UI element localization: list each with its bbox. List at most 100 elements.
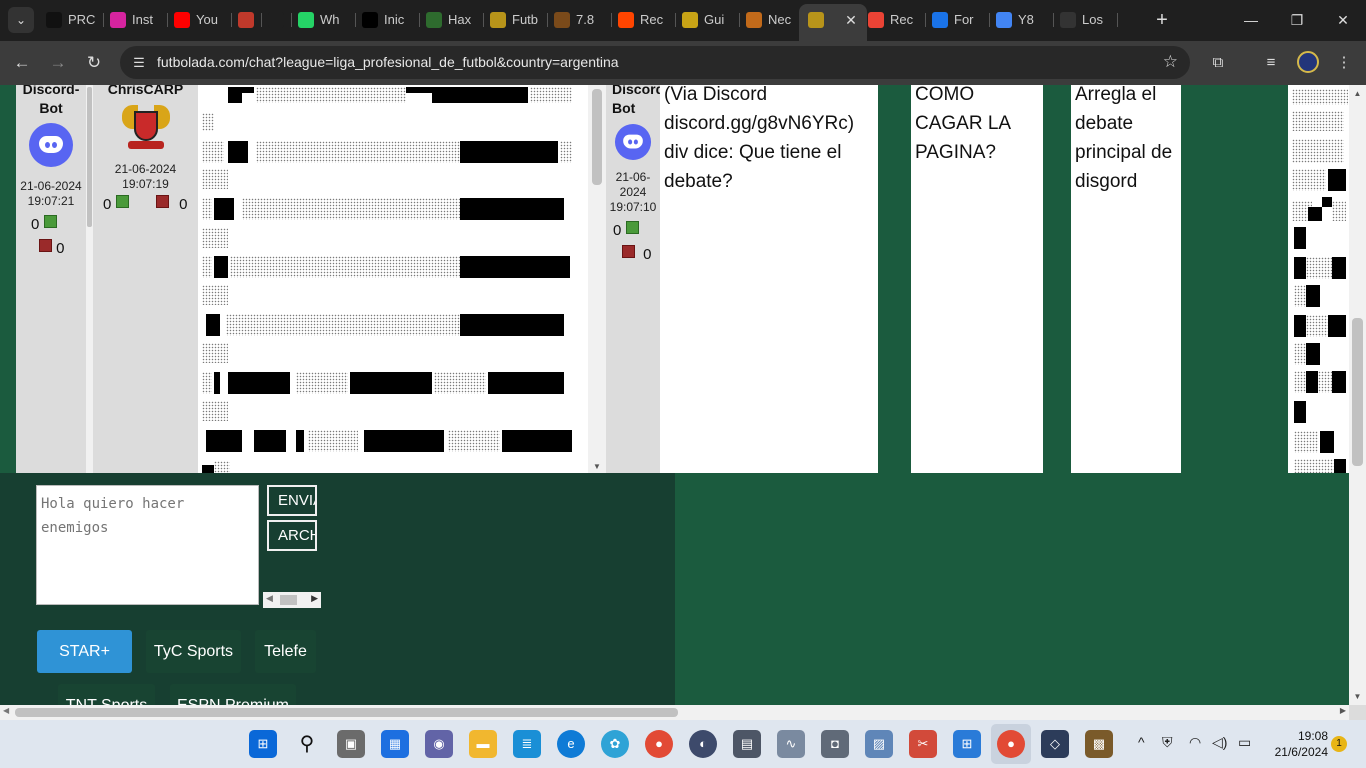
scroll-down-arrow[interactable]: ▼ — [1349, 692, 1366, 701]
scroll-right-arrow[interactable]: ▶ — [311, 593, 318, 604]
browser-tab[interactable]: Wh — [292, 6, 356, 34]
camera-icon[interactable]: ◘ — [821, 730, 849, 758]
snipping-tool-icon[interactable]: ✂ — [909, 730, 937, 758]
browser-tab[interactable]: For — [926, 6, 990, 34]
browser-tab[interactable]: PRC — [40, 6, 104, 34]
widgets-icon[interactable]: ▦ — [381, 730, 409, 758]
minimize-button[interactable]: — — [1228, 0, 1274, 41]
browser-tab[interactable]: Gui — [676, 6, 740, 34]
channel-tnt-sports[interactable]: TNT Sports — [58, 684, 155, 705]
virtualbox-icon[interactable]: ◇ — [1041, 730, 1069, 758]
column-scrollbar[interactable] — [86, 85, 93, 473]
thumbs-up-icon[interactable] — [625, 221, 639, 234]
close-window-button[interactable]: ✕ — [1320, 0, 1366, 41]
scroll-left-arrow[interactable]: ◀ — [3, 706, 9, 715]
channel-tyc-sports[interactable]: TyC Sports — [146, 630, 241, 673]
reload-button[interactable]: ↻ — [81, 50, 107, 76]
task-view-icon[interactable]: ▣ — [337, 730, 365, 758]
new-tab-button[interactable]: + — [1150, 7, 1174, 33]
forward-button[interactable]: → — [45, 50, 71, 76]
scroll-up-arrow[interactable]: ▲ — [1349, 89, 1366, 98]
system-clock[interactable]: 19:08 21/6/2024 — [1264, 728, 1328, 760]
notification-badge[interactable]: 1 — [1331, 736, 1347, 752]
chrome-icon[interactable]: ● — [645, 730, 673, 758]
volume-icon[interactable]: ◁) — [1212, 734, 1227, 751]
browser-tab[interactable]: Nec — [740, 6, 804, 34]
browser-tab[interactable] — [262, 6, 292, 34]
close-tab-icon[interactable]: ✕ — [841, 10, 861, 30]
page-horizontal-scrollbar[interactable]: ◀ ▶ — [0, 705, 1349, 720]
channel-espn-premium[interactable]: ESPN Premium — [170, 684, 296, 705]
browser-tab[interactable]: Y8 — [990, 6, 1054, 34]
whatsapp-icon — [298, 12, 314, 28]
file-explorer-icon[interactable]: ▬ — [469, 730, 497, 758]
paint-icon[interactable]: ✿ — [601, 730, 629, 758]
site-info-icon[interactable]: ☰ — [130, 54, 148, 72]
chrome-profile-icon[interactable]: ● — [997, 730, 1025, 758]
tab-search-button[interactable]: ⌄ — [8, 7, 34, 33]
browser-tab[interactable]: Los — [1054, 6, 1118, 34]
extensions-icon[interactable]: ⧉ — [1206, 51, 1230, 75]
address-bar[interactable]: ☰ futbolada.com/chat?league=liga_profesi… — [120, 46, 1190, 79]
teams-chat-icon[interactable]: ◉ — [425, 730, 453, 758]
message-input[interactable] — [36, 485, 259, 605]
browser-tab[interactable]: Hax — [420, 6, 484, 34]
channel-telefe[interactable]: Telefe — [255, 630, 316, 673]
channel-star-plus[interactable]: STAR+ — [37, 630, 132, 673]
media-control-icon[interactable]: ≡ — [1259, 51, 1283, 75]
edge-icon[interactable]: e — [557, 730, 585, 758]
scroll-left-arrow[interactable]: ◀ — [266, 593, 273, 604]
message-scrollbar[interactable]: ▼ — [588, 85, 606, 473]
scroll-down-arrow[interactable]: ▼ — [588, 462, 606, 471]
back-button[interactable]: ← — [9, 50, 35, 76]
thumbs-down-icon[interactable] — [622, 245, 635, 258]
scroll-thumb[interactable] — [592, 89, 602, 185]
search-icon[interactable]: ⚲ — [293, 730, 321, 758]
username[interactable]: Discord- Bot — [16, 85, 86, 118]
browser-tab[interactable]: Inst — [104, 6, 168, 34]
scroll-thumb[interactable] — [280, 595, 297, 605]
minecraft-icon[interactable]: ▩ — [1085, 730, 1113, 758]
browser-tab[interactable]: Inic — [356, 6, 420, 34]
url-text[interactable]: futbolada.com/chat?league=liga_profesion… — [157, 54, 619, 70]
scroll-thumb[interactable] — [15, 708, 678, 717]
discord-avatar[interactable] — [611, 123, 655, 161]
browser-tab[interactable]: 7.8 — [548, 6, 612, 34]
performance-monitor-icon[interactable]: ∿ — [777, 730, 805, 758]
browser-tab[interactable] — [232, 6, 262, 34]
username[interactable]: ChrisCARP — [93, 85, 198, 99]
microsoft-store-icon[interactable]: ⊞ — [953, 730, 981, 758]
defender-icon[interactable]: ⛨ — [1162, 734, 1173, 751]
button-scrollbar[interactable]: ◀ ▶ — [263, 592, 321, 608]
profile-avatar[interactable] — [1297, 51, 1319, 73]
thumbs-up-icon[interactable] — [43, 215, 57, 228]
menu-icon[interactable]: ⋮ — [1332, 51, 1356, 75]
wifi-icon[interactable]: ◠ — [1189, 734, 1201, 751]
thumbs-down-icon[interactable] — [156, 195, 169, 208]
attach-file-button[interactable]: ARCHIVO — [267, 520, 317, 551]
scroll-thumb[interactable] — [1352, 318, 1363, 466]
windows-start-icon[interactable]: ⊞ — [249, 730, 277, 758]
browser-tab[interactable]: ✕ — [799, 4, 867, 41]
page-vertical-scrollbar[interactable]: ▲ ▼ — [1349, 85, 1366, 705]
browser-tab[interactable]: You — [168, 6, 232, 34]
discord-avatar[interactable] — [16, 123, 86, 167]
message-body-glitch-2 — [1288, 85, 1349, 473]
calculator-icon[interactable]: ▤ — [733, 730, 761, 758]
thumbs-up-icon[interactable] — [115, 195, 129, 208]
username[interactable]: Discord- Bot — [606, 85, 669, 118]
media-player-icon[interactable]: ◐ — [689, 730, 717, 758]
bookmark-star-icon[interactable]: ☆ — [1163, 52, 1178, 72]
browser-tab[interactable]: Rec — [862, 6, 926, 34]
browser-tab[interactable]: Futb — [484, 6, 548, 34]
restore-button[interactable]: ❐ — [1274, 0, 1320, 41]
notepad-icon[interactable]: ≣ — [513, 730, 541, 758]
battery-icon[interactable]: ▭ — [1238, 734, 1251, 751]
browser-tab[interactable]: Rec — [612, 6, 676, 34]
scroll-right-arrow[interactable]: ▶ — [1340, 706, 1346, 715]
thumbs-down-icon[interactable] — [39, 239, 52, 252]
photos-icon[interactable]: ▨ — [865, 730, 893, 758]
chevron-up-icon[interactable]: ^ — [1138, 734, 1145, 750]
club-crest-avatar[interactable] — [93, 101, 198, 151]
send-button[interactable]: ENVIAR — [267, 485, 317, 516]
